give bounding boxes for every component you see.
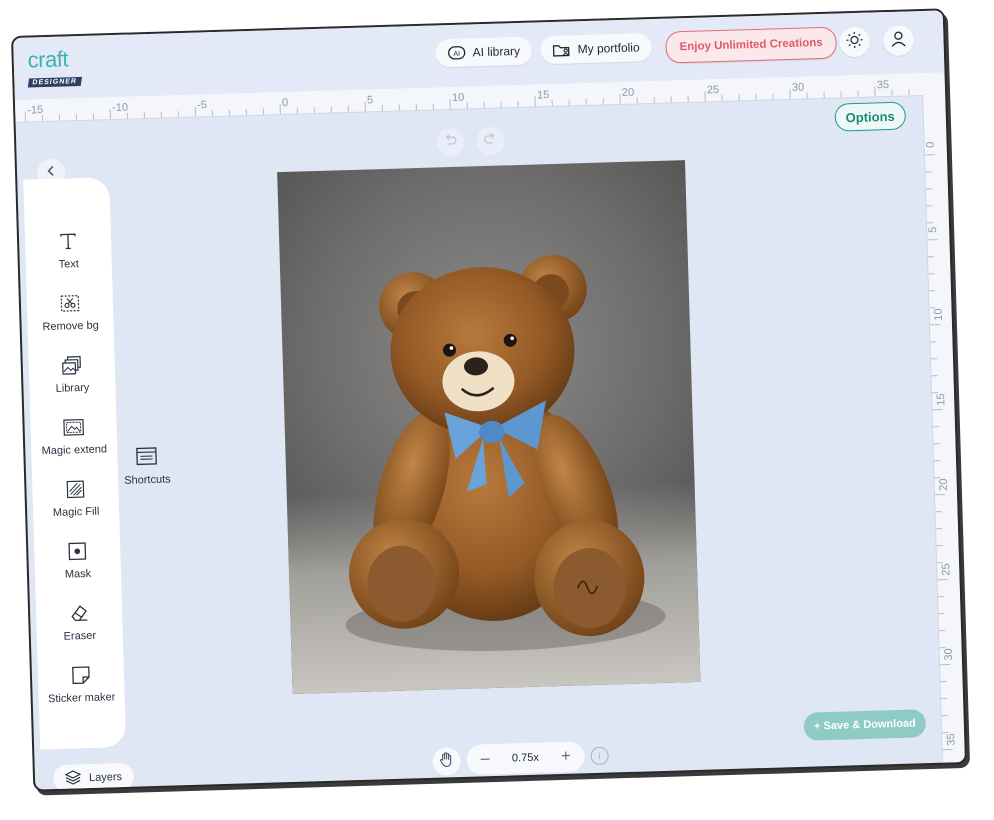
ruler-v-label: 35 [945,733,958,746]
zoom-in-button[interactable]: + [561,748,571,766]
redo-icon [483,131,498,150]
ruler-h-label: -15 [27,104,44,117]
ai-badge-icon: AI [447,46,466,61]
tool-magic-extend[interactable]: Magic extend [30,415,117,458]
ai-library-button[interactable]: AI AI library [435,36,533,68]
craft-designer-logo[interactable]: craft DESIGNER [27,46,92,88]
pan-tool-button[interactable] [432,747,462,776]
tool-remove-bg[interactable]: Remove bg [27,291,114,334]
vertical-ruler: 0 5 10 15 20 25 30 35 [922,94,965,763]
user-icon [889,29,908,53]
teddy-bear-image [345,255,666,651]
shortcuts-button[interactable]: Shortcuts [123,445,171,487]
sun-icon [845,30,864,54]
hand-icon [438,751,455,772]
layers-label: Layers [88,771,123,785]
ruler-h-label: 35 [876,78,890,92]
ruler-v-label: 0 [924,141,937,149]
logo-subtitle: DESIGNER [27,76,82,88]
info-icon[interactable]: i [590,746,609,766]
ruler-h-label: 25 [706,84,720,97]
ruler-h-label: 10 [451,91,465,104]
eraser-icon [68,602,91,625]
tool-eraser[interactable]: Eraser [36,601,123,644]
layers-button[interactable]: Layers [52,762,135,792]
tool-label: Eraser [63,629,97,643]
save-download-button[interactable]: + Save & Download [803,709,927,741]
my-portfolio-label: My portfolio [577,40,640,57]
options-button[interactable]: Options [834,101,907,132]
folder-user-icon [552,42,570,58]
ruler-v-label: 15 [935,393,948,406]
canvas-image[interactable] [277,160,701,694]
tool-label: Sticker maker [47,691,116,706]
ruler-v-label: 20 [937,478,951,491]
enjoy-unlimited-label: Enjoy Unlimited Creations [679,36,823,54]
options-label: Options [845,108,895,125]
ruler-h-label: 5 [366,94,374,107]
ruler-v-label: 10 [932,308,945,321]
undo-button[interactable] [435,127,465,157]
tool-label: Remove bg [42,319,99,334]
tool-label: Library [55,381,90,395]
zoom-level: 0.75x [511,751,540,765]
ruler-v-label: 5 [927,226,940,233]
tool-mask[interactable]: Mask [34,539,121,582]
tool-label: Magic Fill [52,505,100,519]
magic-fill-icon [64,478,87,501]
ai-library-label: AI library [472,43,521,60]
tool-text[interactable]: Text [25,229,112,272]
layers-icon [64,769,82,788]
account-button[interactable] [883,25,914,57]
my-portfolio-button[interactable]: My portfolio [540,33,653,65]
shortcuts-label: Shortcuts [124,473,171,487]
tool-library[interactable]: Library [28,353,115,396]
enjoy-unlimited-button[interactable]: Enjoy Unlimited Creations [665,26,838,64]
theme-toggle-button[interactable] [839,26,870,58]
tool-magic-fill[interactable]: Magic Fill [32,477,119,520]
remove-bg-icon [59,292,82,315]
app-window: craft DESIGNER AI AI library My portfoli… [10,8,968,792]
keyboard-shortcuts-icon [135,446,158,469]
ai-badge-text: AI [453,51,460,58]
mask-icon [66,540,89,563]
undo-icon [443,132,458,151]
sticker-icon [70,664,93,687]
tool-label: Magic extend [41,443,108,458]
tool-sticker-maker[interactable]: Sticker maker [38,663,125,706]
text-icon [57,230,80,253]
redo-button[interactable] [475,126,505,156]
ruler-h-label: 30 [791,81,805,94]
ruler-h-label: 15 [536,89,550,102]
tool-panel: Text Remove bg Library Magic extend Magi… [23,177,127,750]
ruler-v-label: 30 [942,648,956,661]
ruler-h-label: 0 [281,96,289,110]
zoom-control: – 0.75x + [466,741,586,775]
ruler-v-ticks [924,154,953,751]
zoom-out-button[interactable]: – [480,750,489,768]
ruler-h-label: 20 [621,86,635,99]
ruler-h-label: -5 [196,99,208,112]
ruler-v-label: 25 [940,563,953,576]
library-icon [60,354,83,377]
magic-extend-icon [62,416,85,439]
tool-label: Mask [64,567,92,581]
info-glyph: i [598,750,602,762]
tool-label: Text [58,258,80,271]
logo-wordmark: craft [27,46,69,73]
ruler-h-label: -10 [111,101,129,115]
save-download-label: + Save & Download [813,717,916,733]
